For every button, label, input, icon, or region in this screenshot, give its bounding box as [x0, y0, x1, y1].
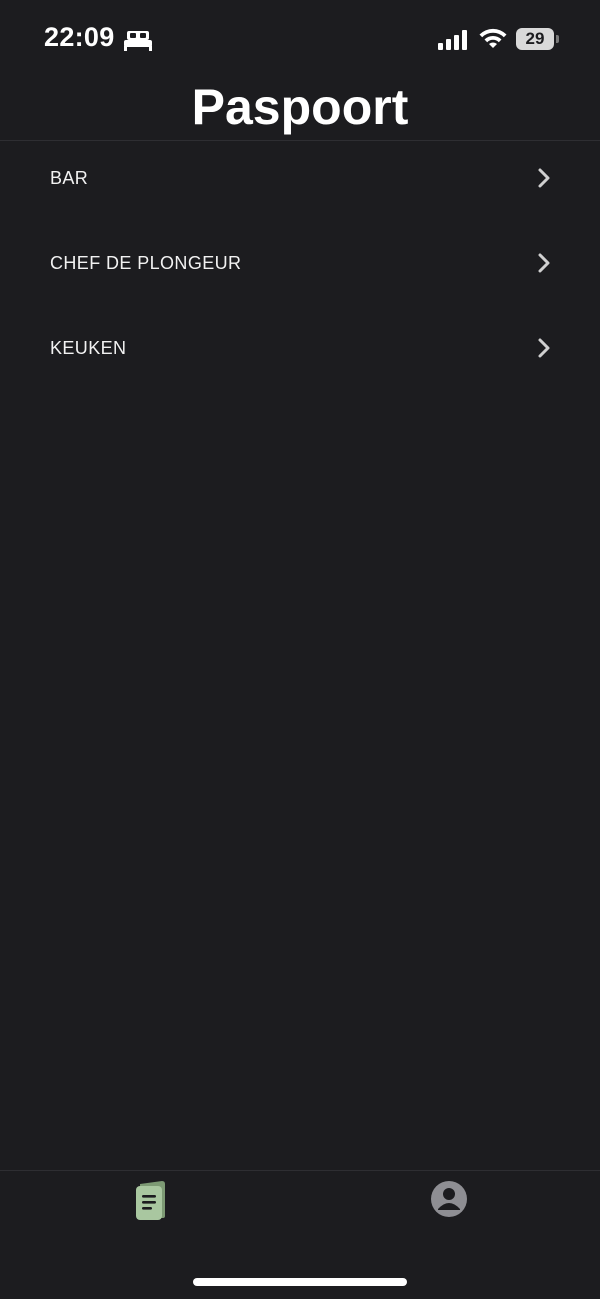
- sleep-icon: [124, 31, 152, 51]
- list-item-label: CHEF DE PLONGEUR: [50, 253, 242, 273]
- battery-icon: 29: [516, 28, 554, 50]
- signal-icon: [438, 30, 467, 50]
- page-title: Paspoort: [191, 79, 409, 135]
- list-item-label: BAR: [50, 168, 89, 188]
- chevron-right-icon: [538, 168, 550, 188]
- status-bar: 22:09 29: [0, 0, 600, 80]
- list-item-label: KEUKEN: [50, 338, 127, 358]
- tab-bar-divider: [0, 1170, 600, 1171]
- status-time: 22:09: [44, 22, 115, 52]
- list-item-chef-de-plongeur[interactable]: CHEF DE PLONGEUR: [0, 226, 600, 311]
- passport-document-icon: [136, 1181, 165, 1220]
- tab-paspoort[interactable]: [90, 1172, 210, 1236]
- list-item-bar[interactable]: BAR: [0, 141, 600, 226]
- battery-level: 29: [525, 29, 545, 48]
- home-indicator[interactable]: [193, 1278, 407, 1286]
- tab-profile[interactable]: [389, 1172, 509, 1236]
- category-list: BAR CHEF DE PLONGEUR KEUKEN: [0, 141, 600, 396]
- battery-nub: [556, 35, 559, 43]
- wifi-icon: [479, 28, 507, 48]
- chevron-right-icon: [538, 253, 550, 273]
- list-item-keuken[interactable]: KEUKEN: [0, 311, 600, 396]
- chevron-right-icon: [538, 338, 550, 358]
- profile-icon: [431, 1181, 467, 1217]
